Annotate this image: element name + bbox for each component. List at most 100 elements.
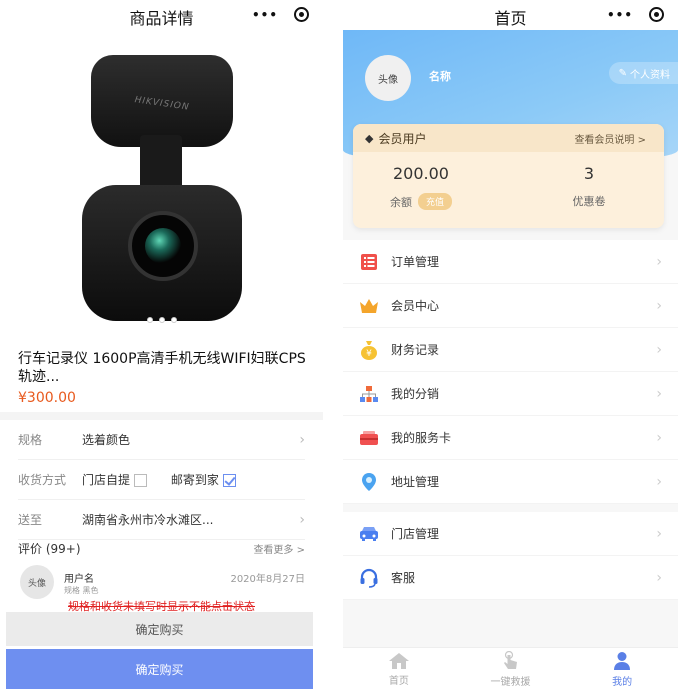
close-miniprogram-icon[interactable]: [649, 7, 664, 22]
menu-item-label: 财务记录: [391, 343, 440, 357]
tab-label: 首页: [388, 676, 409, 687]
menu-item-label: 会员中心: [391, 299, 440, 313]
menu-item-orders[interactable]: 订单管理 ›: [343, 240, 678, 284]
review-date: 2020年8月27日: [230, 574, 305, 585]
ship-to-label: 送至: [18, 513, 43, 527]
ship-to-value: 湖南省永州市冷水滩区...: [82, 513, 214, 527]
dashcam-body-image: [82, 185, 242, 321]
carousel-indicator: [0, 317, 323, 323]
reviewer-name: 用户名: [64, 574, 94, 585]
reviews-title: 评价 (99+): [18, 542, 81, 556]
tap-hand-icon: [503, 651, 517, 669]
chevron-right-icon: ›: [656, 385, 662, 402]
chevron-right-icon: ›: [656, 569, 662, 586]
chevron-right-icon: ›: [656, 525, 662, 542]
buy-button-disabled[interactable]: 确定购买: [6, 612, 313, 646]
tab-mine[interactable]: 我的: [566, 648, 678, 691]
headset-icon: [359, 568, 379, 588]
buy-button[interactable]: 确定购买: [6, 649, 313, 689]
home-icon: [388, 653, 409, 669]
user-name: 名称: [429, 70, 451, 83]
chevron-right-icon: ›: [656, 429, 662, 446]
profile-screen: 首页 ••• 头像 名称 ✎ 个人资料 ◆ 会员用户 查看会员说明 > 200.…: [343, 0, 678, 691]
menu-item-finance[interactable]: ¥ 财务记录 ›: [343, 328, 678, 372]
menu-item-member-center[interactable]: 会员中心 ›: [343, 284, 678, 328]
nav-bar: 首页 •••: [343, 0, 678, 34]
page-title: 首页: [494, 9, 527, 28]
diamond-icon: ◆: [365, 131, 374, 145]
menu-item-distribution[interactable]: 我的分销 ›: [343, 372, 678, 416]
product-title: 行车记录仪 1600P高清手机无线WIFI妇联CPS轨迹...: [18, 351, 306, 385]
menu-item-store[interactable]: 门店管理 ›: [343, 512, 678, 556]
location-pin-icon: [359, 472, 379, 492]
tab-label: 我的: [612, 677, 633, 688]
org-chart-icon: [359, 384, 379, 404]
money-bag-icon: ¥: [359, 340, 379, 360]
crown-icon: [359, 296, 379, 316]
review-spec: 规格 黑色: [64, 586, 99, 595]
spec-row[interactable]: 规格 选着颜色 ›: [18, 420, 305, 460]
menu-item-label: 地址管理: [391, 475, 440, 489]
ship-to-row[interactable]: 送至 湖南省永州市冷水滩区... ›: [18, 500, 305, 540]
coupon-stat[interactable]: 3 优惠卷: [529, 164, 649, 209]
chevron-right-icon: ›: [299, 431, 305, 448]
pickup-option-label: 门店自提: [82, 473, 131, 487]
chevron-right-icon: ›: [656, 341, 662, 358]
dashcam-brand-logo: HIKVISION: [133, 95, 191, 113]
store-car-icon: [359, 524, 379, 544]
profile-button[interactable]: ✎ 个人资料: [608, 62, 678, 84]
menu-item-label: 我的服务卡: [391, 431, 452, 445]
user-icon: [614, 652, 631, 670]
profile-button-label: 个人资料: [630, 69, 670, 81]
delivery-label: 收货方式: [18, 473, 67, 487]
chevron-right-icon: ›: [299, 511, 305, 528]
nav-bar: 商品详情 •••: [0, 0, 323, 34]
reviews-more-link[interactable]: 查看更多 >: [253, 541, 305, 556]
carousel-dot[interactable]: [158, 317, 165, 323]
spec-value: 选着颜色: [82, 433, 131, 447]
pickup-checkbox[interactable]: [134, 474, 148, 487]
more-menu-icon[interactable]: •••: [252, 8, 278, 22]
tab-home[interactable]: 首页: [343, 648, 455, 691]
carousel-dot[interactable]: [146, 317, 153, 323]
menu-item-address[interactable]: 地址管理 ›: [343, 460, 678, 504]
avatar[interactable]: 头像: [365, 55, 411, 101]
more-menu-icon[interactable]: •••: [607, 8, 633, 22]
member-level-label: 会员用户: [378, 131, 427, 146]
mail-checkbox[interactable]: [222, 474, 236, 487]
menu-item-customer-service[interactable]: 客服 ›: [343, 556, 678, 600]
close-miniprogram-icon[interactable]: [294, 7, 309, 22]
svg-text:¥: ¥: [366, 349, 372, 359]
section-divider: [0, 412, 323, 420]
tab-bar: 首页 一键救援 我的: [343, 647, 678, 691]
chevron-right-icon: ›: [656, 297, 662, 314]
menu-item-label: 客服: [391, 571, 416, 585]
coupon-label: 优惠卷: [572, 195, 606, 208]
member-card: ◆ 会员用户 查看会员说明 > 200.00 余额 充值 3 优惠卷: [353, 124, 664, 228]
reviewer-avatar: 头像: [20, 565, 54, 599]
carousel-dot[interactable]: [170, 317, 177, 323]
product-price: ¥300.00: [18, 390, 76, 406]
menu-item-label: 门店管理: [391, 527, 440, 541]
menu-item-label: 订单管理: [391, 255, 440, 269]
balance-value: 200.00: [393, 164, 449, 183]
product-image-carousel[interactable]: HIKVISION: [0, 35, 323, 335]
edit-pencil-icon: ✎: [618, 67, 627, 79]
tab-rescue[interactable]: 一键救援: [455, 648, 567, 691]
recharge-button[interactable]: 充值: [417, 193, 452, 210]
balance-label: 余额: [389, 195, 412, 209]
menu-item-service-card[interactable]: 我的服务卡 ›: [343, 416, 678, 460]
balance-stat[interactable]: 200.00 余额 充值: [361, 164, 481, 210]
tab-label: 一键救援: [490, 677, 531, 688]
member-info-link[interactable]: 查看会员说明 >: [574, 131, 646, 146]
page-title: 商品详情: [129, 9, 194, 28]
chevron-right-icon: ›: [656, 253, 662, 270]
coupon-value: 3: [583, 164, 595, 183]
chevron-right-icon: ›: [656, 473, 662, 490]
product-detail-screen: 商品详情 ••• HIKVISION 行车记录仪 1600P高清手机无线WIFI…: [0, 0, 323, 691]
camera-lens-icon: [128, 211, 198, 281]
reviews-header: 评价 (99+) 查看更多 >: [18, 540, 305, 557]
dashcam-head-image: HIKVISION: [91, 55, 233, 147]
menu-item-label: 我的分销: [391, 387, 440, 401]
service-card-icon: [359, 428, 379, 448]
